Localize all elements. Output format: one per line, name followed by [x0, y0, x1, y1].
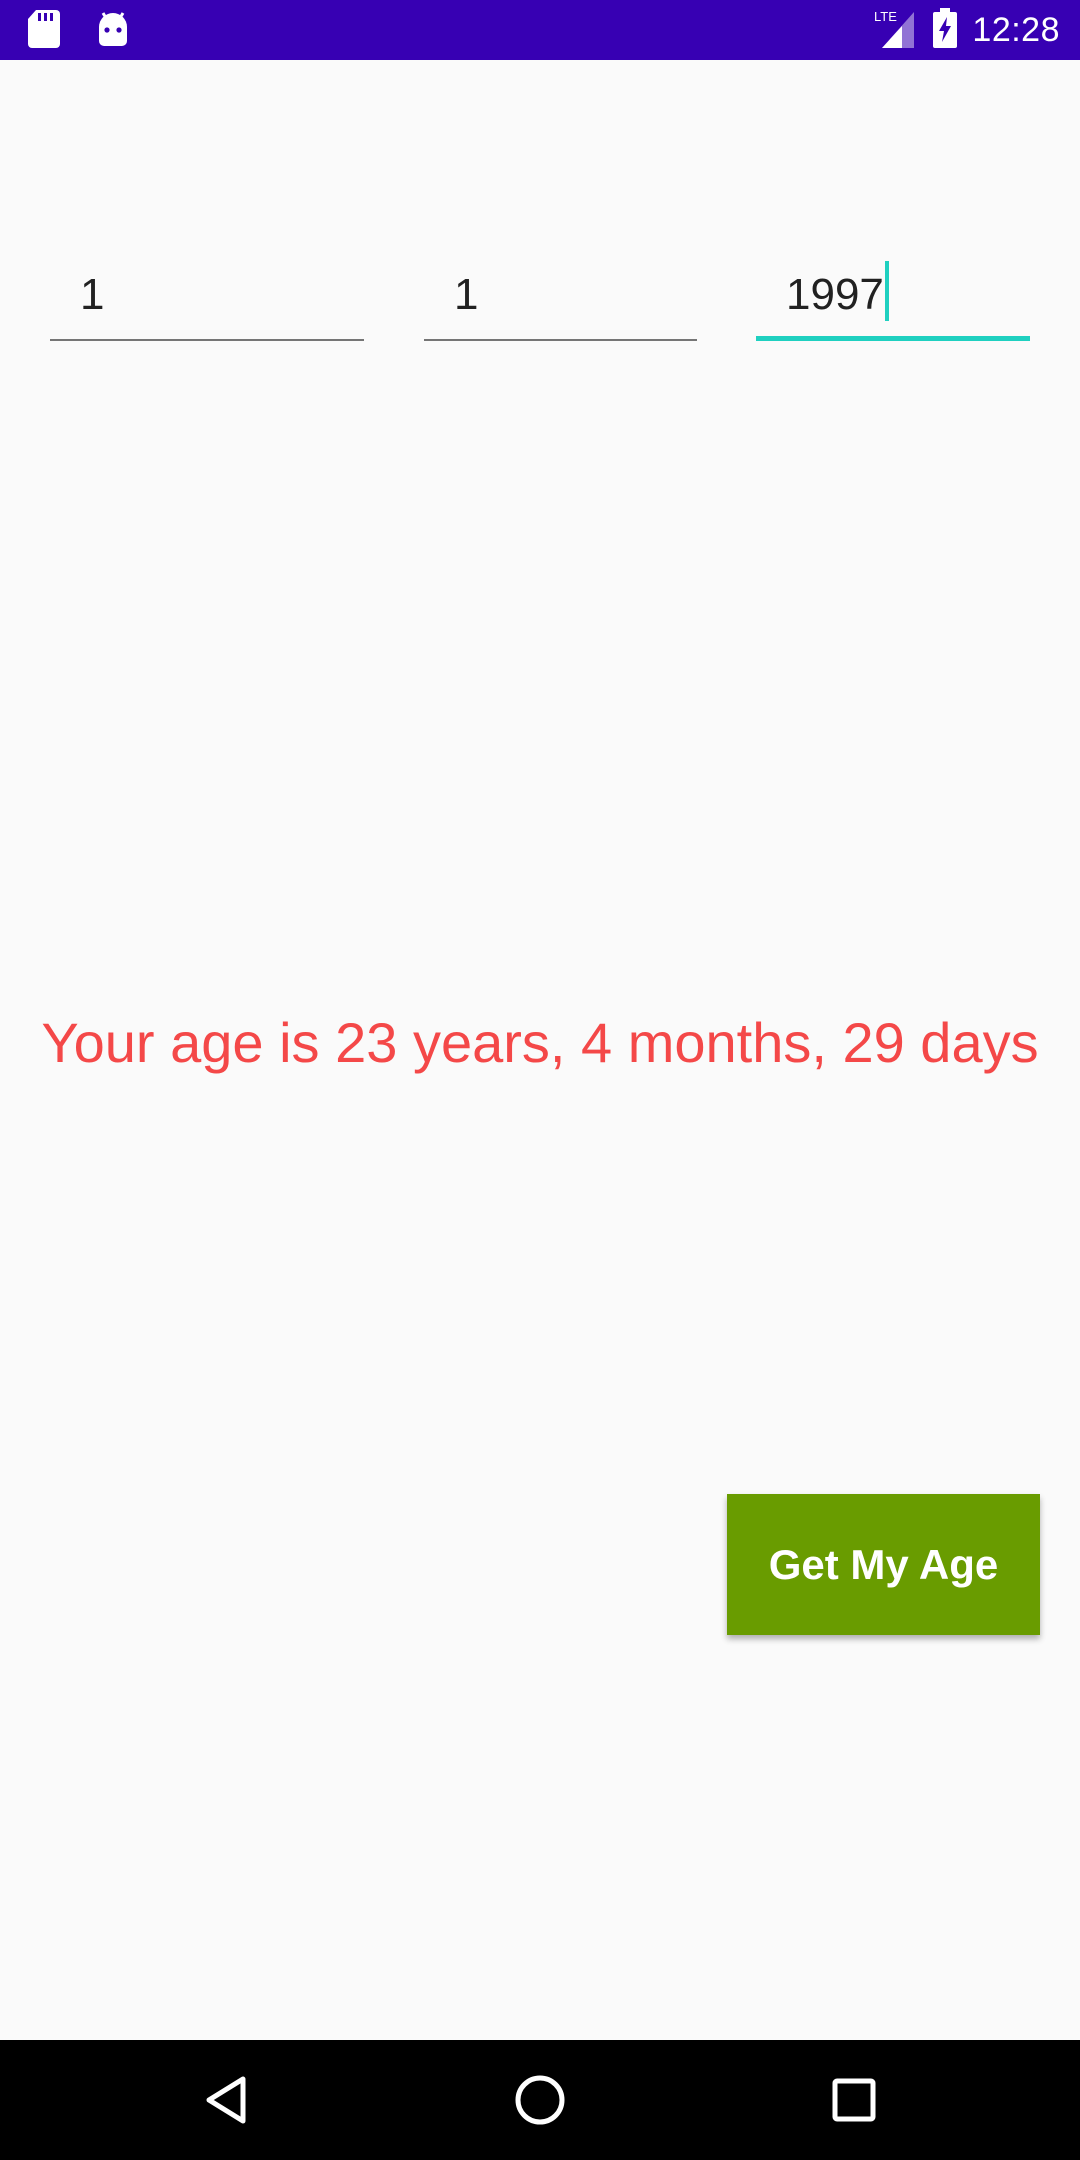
month-field-underline — [424, 339, 697, 341]
status-left-icons — [28, 10, 130, 53]
recents-icon — [832, 2078, 876, 2122]
day-field-underline — [50, 339, 364, 341]
navigation-bar — [0, 2040, 1080, 2160]
home-button[interactable] — [500, 2060, 580, 2140]
year-field[interactable] — [756, 255, 1030, 341]
home-icon — [515, 2075, 565, 2125]
get-my-age-button[interactable]: Get My Age — [727, 1494, 1040, 1635]
back-button[interactable] — [186, 2060, 266, 2140]
recents-button[interactable] — [814, 2060, 894, 2140]
age-result-text: Your age is 23 years, 4 months, 29 days — [41, 1011, 1039, 1074]
status-bar: LTE 12:28 — [0, 0, 1080, 60]
status-right-icons: LTE 12:28 — [874, 0, 1060, 60]
month-field[interactable] — [424, 255, 697, 341]
back-icon — [206, 2076, 246, 2124]
day-input[interactable] — [50, 255, 364, 335]
app-screen: LTE 12:28 Yo — [0, 0, 1080, 2160]
android-icon — [96, 11, 130, 52]
status-time: 12:28 — [972, 10, 1060, 49]
text-cursor — [885, 261, 889, 321]
network-type-label: LTE — [874, 9, 897, 24]
battery-charging-icon — [932, 7, 958, 53]
year-input[interactable] — [756, 255, 1030, 335]
sd-card-icon — [28, 10, 60, 53]
month-input[interactable] — [424, 255, 697, 335]
year-field-underline — [756, 336, 1030, 341]
day-field[interactable] — [50, 255, 364, 341]
signal-icon: LTE — [874, 8, 918, 53]
